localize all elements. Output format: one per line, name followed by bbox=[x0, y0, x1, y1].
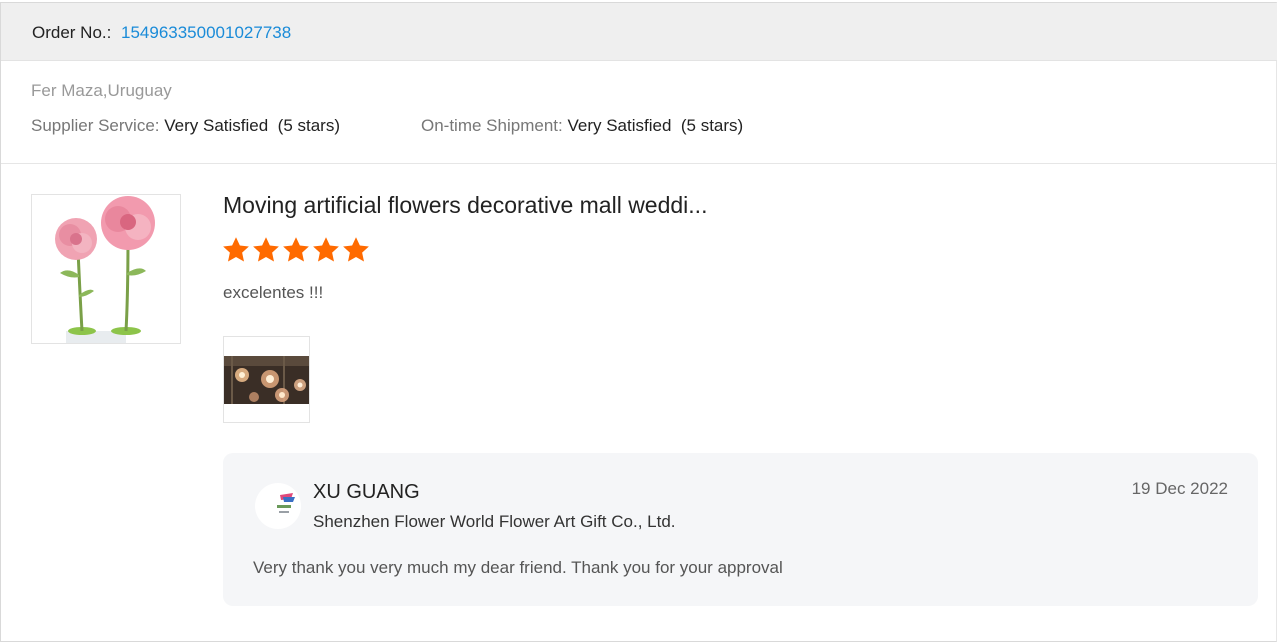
supplier-service-value: Very Satisfied bbox=[164, 116, 269, 135]
supplier-service-stars: (5 stars) bbox=[277, 116, 340, 135]
star-icon bbox=[253, 237, 279, 262]
product-title[interactable]: Moving artificial flowers decorative mal… bbox=[223, 192, 707, 219]
star-icon bbox=[283, 237, 309, 262]
reply-date: 19 Dec 2022 bbox=[1131, 479, 1228, 498]
section-divider bbox=[1, 163, 1277, 164]
star-icon bbox=[343, 237, 369, 262]
order-header: Order No.: 154963350001027738 bbox=[1, 3, 1277, 61]
shipment-stars: (5 stars) bbox=[680, 116, 744, 135]
shipment-label: On-time Shipment: bbox=[421, 116, 563, 135]
buyer-name: Fer Maza,Uruguay bbox=[31, 81, 172, 100]
supplier-name: XU GUANG bbox=[313, 481, 420, 503]
glowing-flower-lamps-photo bbox=[224, 356, 309, 404]
supplier-logo-icon bbox=[255, 483, 301, 529]
supplier-company[interactable]: Shenzhen Flower World Flower Art Gift Co… bbox=[313, 512, 676, 532]
star-rating bbox=[221, 235, 371, 265]
review-photo-thumbnail[interactable] bbox=[223, 336, 310, 423]
supplier-service-rating: Supplier Service: Very Satisfied (5 star… bbox=[31, 116, 340, 136]
star-icon bbox=[223, 237, 249, 262]
order-number-link[interactable]: 154963350001027738 bbox=[121, 23, 291, 43]
product-image[interactable] bbox=[31, 194, 181, 344]
shipment-rating: On-time Shipment: Very Satisfied (5 star… bbox=[421, 116, 743, 136]
shipment-value: Very Satisfied bbox=[567, 116, 672, 135]
supplier-service-label: Supplier Service: bbox=[31, 116, 160, 135]
supplier-reply: XU GUANG Shenzhen Flower World Flower Ar… bbox=[223, 453, 1258, 606]
reply-text: Very thank you very much my dear friend.… bbox=[253, 558, 783, 577]
pink-peony-flowers-image bbox=[55, 196, 155, 343]
order-number-label: Order No.: bbox=[32, 23, 112, 42]
star-icon bbox=[313, 237, 339, 262]
review-text: excelentes !!! bbox=[223, 283, 324, 302]
